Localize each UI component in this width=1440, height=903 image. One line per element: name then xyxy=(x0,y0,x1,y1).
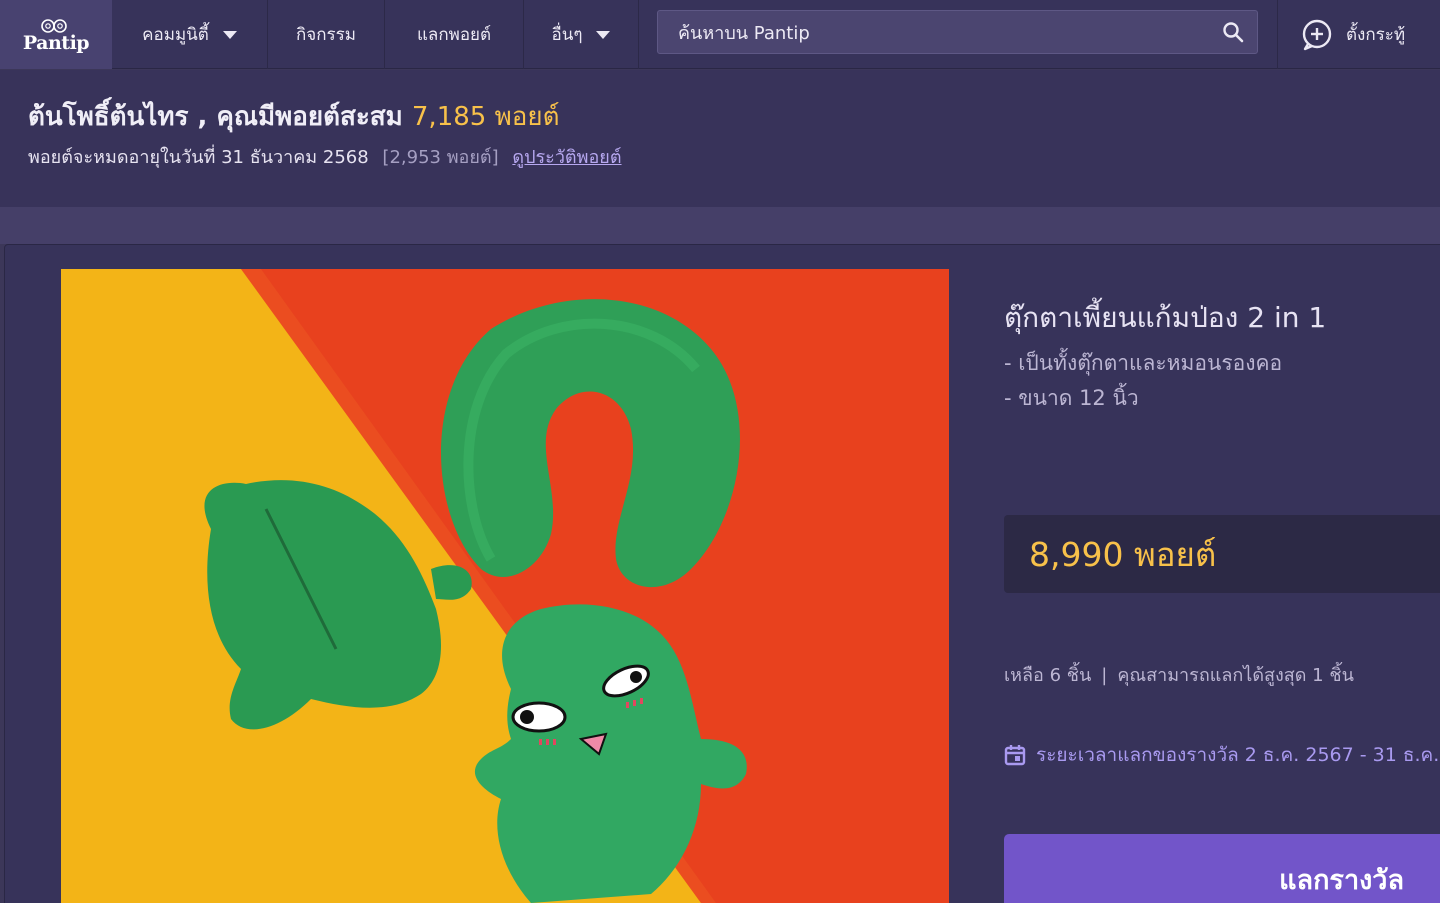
redeem-period: ระยะเวลาแลกของรางวัล 2 ธ.ค. 2567 - 31 ธ.… xyxy=(1004,740,1439,770)
nav-activities-label: กิจกรรม xyxy=(295,25,356,45)
stock-limit: คุณสามารถแลกได้สูงสุด 1 ชิ้น xyxy=(1117,665,1354,686)
nav-more-label: อื่นๆ xyxy=(551,25,583,45)
nav-community-label: คอมมูนิตี้ xyxy=(142,25,209,45)
new-post-button[interactable]: ตั้งกระทู้ xyxy=(1300,0,1405,69)
reward-price: 8,990 พอยต์ xyxy=(1029,534,1217,574)
section-divider xyxy=(0,207,1440,244)
logo-mark-icon xyxy=(41,18,67,33)
calendar-icon xyxy=(1004,745,1026,766)
chevron-down-icon xyxy=(596,30,611,39)
plus-chat-icon xyxy=(1302,19,1332,50)
pantip-logo[interactable]: Pantip xyxy=(0,0,112,69)
search-placeholder: ค้นหาบน Pantip xyxy=(678,22,810,44)
points-expire-amount: [2,953 พอยต์] xyxy=(382,147,499,168)
top-navbar: Pantip คอมมูนิตี้ กิจกรรม แลกพอยต์ อื่นๆ… xyxy=(0,0,1440,69)
reward-photo-image xyxy=(61,269,949,903)
chevron-down-icon xyxy=(222,30,237,39)
search-input[interactable]: ค้นหาบน Pantip xyxy=(657,10,1258,54)
nav-community[interactable]: คอมมูนิตี้ xyxy=(112,0,268,69)
reward-stock: เหลือ 6 ชิ้น | คุณสามารถแลกได้สูงสุด 1 ชิ้… xyxy=(1004,660,1354,689)
points-summary: ต้นโพธิ์ต้นไทร , คุณมีพอยต์สะสม 7,185 พอ… xyxy=(0,70,1440,207)
nav-divider xyxy=(1277,0,1278,69)
redeem-button[interactable]: แลกรางวัล xyxy=(1004,834,1440,903)
nav-redeem-points[interactable]: แลกพอยต์ xyxy=(385,0,524,69)
points-total: 7,185 พอยต์ xyxy=(411,102,560,132)
points-user-text: ต้นโพธิ์ต้นไทร , คุณมีพอยต์สะสม xyxy=(28,102,403,132)
reward-title: ตุ๊กตาเพี้ยนแก้มป่อง 2 in 1 xyxy=(1004,301,1327,334)
nav-activities[interactable]: กิจกรรม xyxy=(268,0,385,69)
points-expiry-line: พอยต์จะหมดอายุในวันที่ 31 ธันวาคม 2568 [… xyxy=(28,142,622,171)
reward-desc-line: - เป็นทั้งตุ๊กตาและหมอนรองคอ xyxy=(1004,351,1283,375)
nav-more[interactable]: อื่นๆ xyxy=(524,0,639,69)
redeem-button-label: แลกรางวัล xyxy=(1279,865,1404,896)
new-post-label: ตั้งกระทู้ xyxy=(1346,25,1406,45)
stock-left: เหลือ 6 ชิ้น xyxy=(1004,665,1092,686)
logo-text: Pantip xyxy=(22,31,90,54)
reward-price-box: 8,990 พอยต์ xyxy=(1004,515,1440,593)
nav-redeem-points-label: แลกพอยต์ xyxy=(416,25,492,45)
reward-photo xyxy=(61,269,949,903)
points-total-line: ต้นโพธิ์ต้นไทร , คุณมีพอยต์สะสม 7,185 พอ… xyxy=(28,96,559,137)
points-expire-text: พอยต์จะหมดอายุในวันที่ 31 ธันวาคม 2568 xyxy=(28,147,369,168)
stock-separator: | xyxy=(1101,665,1108,686)
search-icon[interactable] xyxy=(1221,20,1245,44)
reward-desc-line: - ขนาด 12 นิ้ว xyxy=(1004,386,1139,410)
points-history-link[interactable]: ดูประวัติพอยต์ xyxy=(512,147,621,168)
redeem-period-text: ระยะเวลาแลกของรางวัล 2 ธ.ค. 2567 - 31 ธ.… xyxy=(1036,744,1440,766)
